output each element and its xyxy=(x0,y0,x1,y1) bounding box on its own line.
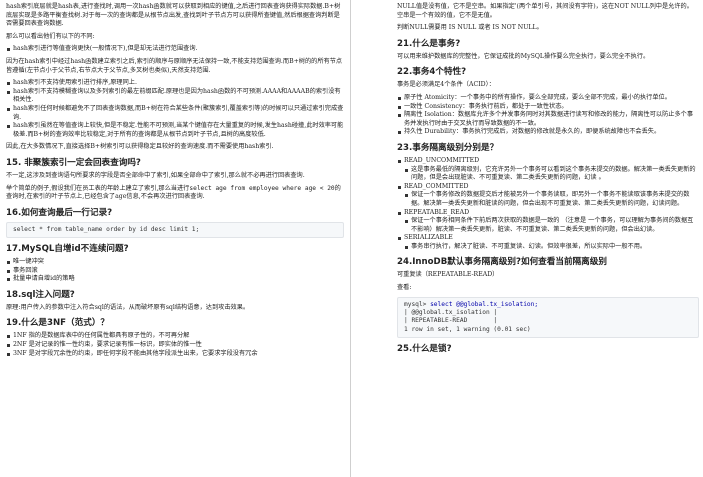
list-item: 1NF 指的是数据库表中的任何属性都具有原子性的，不可再分解 xyxy=(6,332,344,341)
list-item: hash索引虽然在等值查询上较快,但是不稳定.性能不可预测,当某个键值存在大量重… xyxy=(6,122,344,139)
section-heading: 24.InnoDB默认事务隔离级别?如何查看当前隔离级别 xyxy=(397,257,607,268)
bullet-list: 原子性 Atomicity：一个事务中的所有操作，要么全部完成，要么全部不完成，… xyxy=(397,94,699,137)
list-item-description: 保证一个事务修改的数据提交后才能被另外一个事务读取，即另外一个事务不能读取该事务… xyxy=(397,191,699,208)
bullet-list: 唯一键冲突 事务回滚 批量申请自增id的策略 xyxy=(6,258,344,284)
paragraph: 因为在hash索引中经过hash函数建立索引之后,索引的顺序与原顺序无法保持一致… xyxy=(6,57,343,74)
list-item: 3NF 是对字段冗余性的约束，即任何字段不能由其他字段派生出来，它要求字段没有冗… xyxy=(6,350,344,359)
paragraph: 查看: xyxy=(397,284,412,292)
code-line: 1 row in set, 1 warning (0.01 sec) xyxy=(404,325,531,333)
right-page: NULL值是没有值，它不是空串。如果指定'(两个单引号，其间没有字符)，这在NO… xyxy=(351,0,703,477)
list-item: 唯一键冲突 xyxy=(6,258,344,267)
list-item-description: 事务串行执行，解决了脏读、不可重复读、幻读。但效率很差，所以实际中一般不用。 xyxy=(397,243,699,252)
paragraph: 事务是必须满足4个条件（ACID）： xyxy=(397,81,495,89)
section-heading: 21.什么是事务? xyxy=(397,38,461,49)
list-item: 2NF 是对记录的惟一性约束，要求记录有惟一标识，即实体的惟一性 xyxy=(6,341,344,350)
list-item-description: 保证一个事务相同条件下前后两次获取的数据是一致的 （注意是 一个事务，可以理解为… xyxy=(397,217,699,234)
code-line: | REPEATABLE-READ | xyxy=(404,317,498,325)
paragraph: 举个简单的例子,假设我们在员工表的年龄上建立了索引,那么当进行select ag… xyxy=(6,185,344,202)
inline-code: select age from employee where age < 20 xyxy=(189,184,335,192)
paragraph: 那么可以看出他们有以下的不同: xyxy=(6,32,95,40)
text-span: 这是事务最低的隔离级别，它充许另外一个事务可以看到这个事务未提交的数据。解决第一… xyxy=(411,165,696,182)
list-item: hash索引进行等值查询更快(一般情况下),但是却无法进行范围查询. xyxy=(6,45,344,54)
text-span: 保证一个事务修改的数据提交后才能被另外一个事务读取，即另外一个事务不能读取该事务… xyxy=(411,191,690,207)
left-page: hash索引底层就是hash表,进行查找时,调用一次hash函数就可以获取到相应… xyxy=(0,0,351,477)
list-item: READ_UNCOMMITTED xyxy=(397,157,699,166)
list-item: 持久性 Durability：事务执行完成后，对数据的修改就是永久的，即便系统故… xyxy=(397,128,699,137)
section-heading: 25.什么是锁? xyxy=(397,344,452,355)
section-heading: 22.事务4个特性? xyxy=(397,67,467,78)
list-item: REPEATABLE_READ xyxy=(397,209,699,218)
paragraph: NULL值是没有值，它不是空串。如果指定'(两个单引号，其间没有字符)，这在NO… xyxy=(397,3,693,19)
bullet-list: READ_UNCOMMITTED 这是事务最低的隔离级别，它充许另外一个事务可以… xyxy=(397,157,699,252)
section-heading: 18.sql注入问题? xyxy=(6,289,75,300)
paragraph: 原理:用户传入的参数中注入符合sql的语法，从而破坏原有sql结构语意，达到攻击… xyxy=(6,303,250,311)
text-span: 保证一个事务相同条件下前后两次获取的数据是一致的 （注意是 一个事务，可以理解为… xyxy=(411,217,694,233)
paragraph: 不一定,这涉及到查询语句所要求的字段是否全部命中了索引,如果全部命中了索引,那么… xyxy=(6,171,305,179)
list-item: hash索引不支持使用索引进行排序,原理同上. xyxy=(6,79,344,88)
list-item: hash索引任何时候都避免不了回表查询数据,而B+树在符合某些条件(聚簇索引,覆… xyxy=(6,105,344,122)
paragraph: 可重复读（REPEATABLE-READ） xyxy=(397,271,499,279)
section-heading: 16.如何查询最后一行记录? xyxy=(6,207,113,218)
list-item-description: 这是事务最低的隔离级别，它充许另外一个事务可以看到这个事务未提交的数据。解决第一… xyxy=(397,166,699,183)
code-prompt: mysql> xyxy=(404,300,431,308)
bullet-list: hash索引不支持使用索引进行排序,原理同上. hash索引不支持模糊查询以及多… xyxy=(6,79,344,139)
paragraph: 可以用来维护数据库的完整性，它保证成批的MySQL操作要么完全执行，要么完全不执… xyxy=(397,52,650,60)
list-item: SERIALIZABLE xyxy=(397,234,699,243)
list-item: hash索引不支持模糊查询以及多列索引的最左前缀匹配.原理也是因为hash函数的… xyxy=(6,88,344,105)
section-heading: 19.什么是3NF（范式）？ xyxy=(6,318,110,329)
paragraph: 判断NULL需要用 IS NULL 或者 IS NOT NULL。 xyxy=(397,24,543,32)
section-heading: 17.MySQL自增id不连续问题? xyxy=(6,244,129,255)
list-item: 批量申请自增id的策略 xyxy=(6,275,344,284)
list-item: 一致性 Consistency：事务执行前后，都处于一致性状态。 xyxy=(397,103,699,112)
text-span: 举个简单的例子,假设我们在员工表的年龄上建立了索引,那么当进行 xyxy=(6,184,190,192)
section-heading: 23.事务隔离级别分别是？ xyxy=(397,142,499,153)
bullet-list: 1NF 指的是数据库表中的任何属性都具有原子性的，不可再分解 2NF 是对记录的… xyxy=(6,332,344,358)
list-item: 隔离性 Isolation：数据库允许多个并发事务同时对其数据进行读写和修改的能… xyxy=(397,111,699,128)
bullet-list: hash索引进行等值查询更快(一般情况下),但是却无法进行范围查询. xyxy=(6,45,344,54)
code-line: | @@global.tx_isolation | xyxy=(404,309,498,317)
code-command: select @@global.tx_isolation; xyxy=(430,300,539,308)
code-block: select * from table_name order by id des… xyxy=(6,221,344,239)
text-span: 事务串行执行，解决了脏读、不可重复读、幻读。但效率很差，所以实际中一般不用。 xyxy=(411,242,647,250)
section-heading: 15. 非聚簇索引一定会回表查询吗? xyxy=(6,157,141,168)
list-item: 事务回滚 xyxy=(6,267,344,276)
code-block: mysql> select @@global.tx_isolation; | @… xyxy=(397,296,699,339)
list-item: 原子性 Atomicity：一个事务中的所有操作，要么全部完成，要么全部不完成，… xyxy=(397,94,699,103)
paragraph: 因此,在大多数情况下,直接选择B+树索引可以获得稳定且较好的查询速度.而不需要使… xyxy=(6,143,274,151)
paragraph: hash索引底层就是hash表,进行查找时,调用一次hash函数就可以获取到相应… xyxy=(6,3,341,28)
